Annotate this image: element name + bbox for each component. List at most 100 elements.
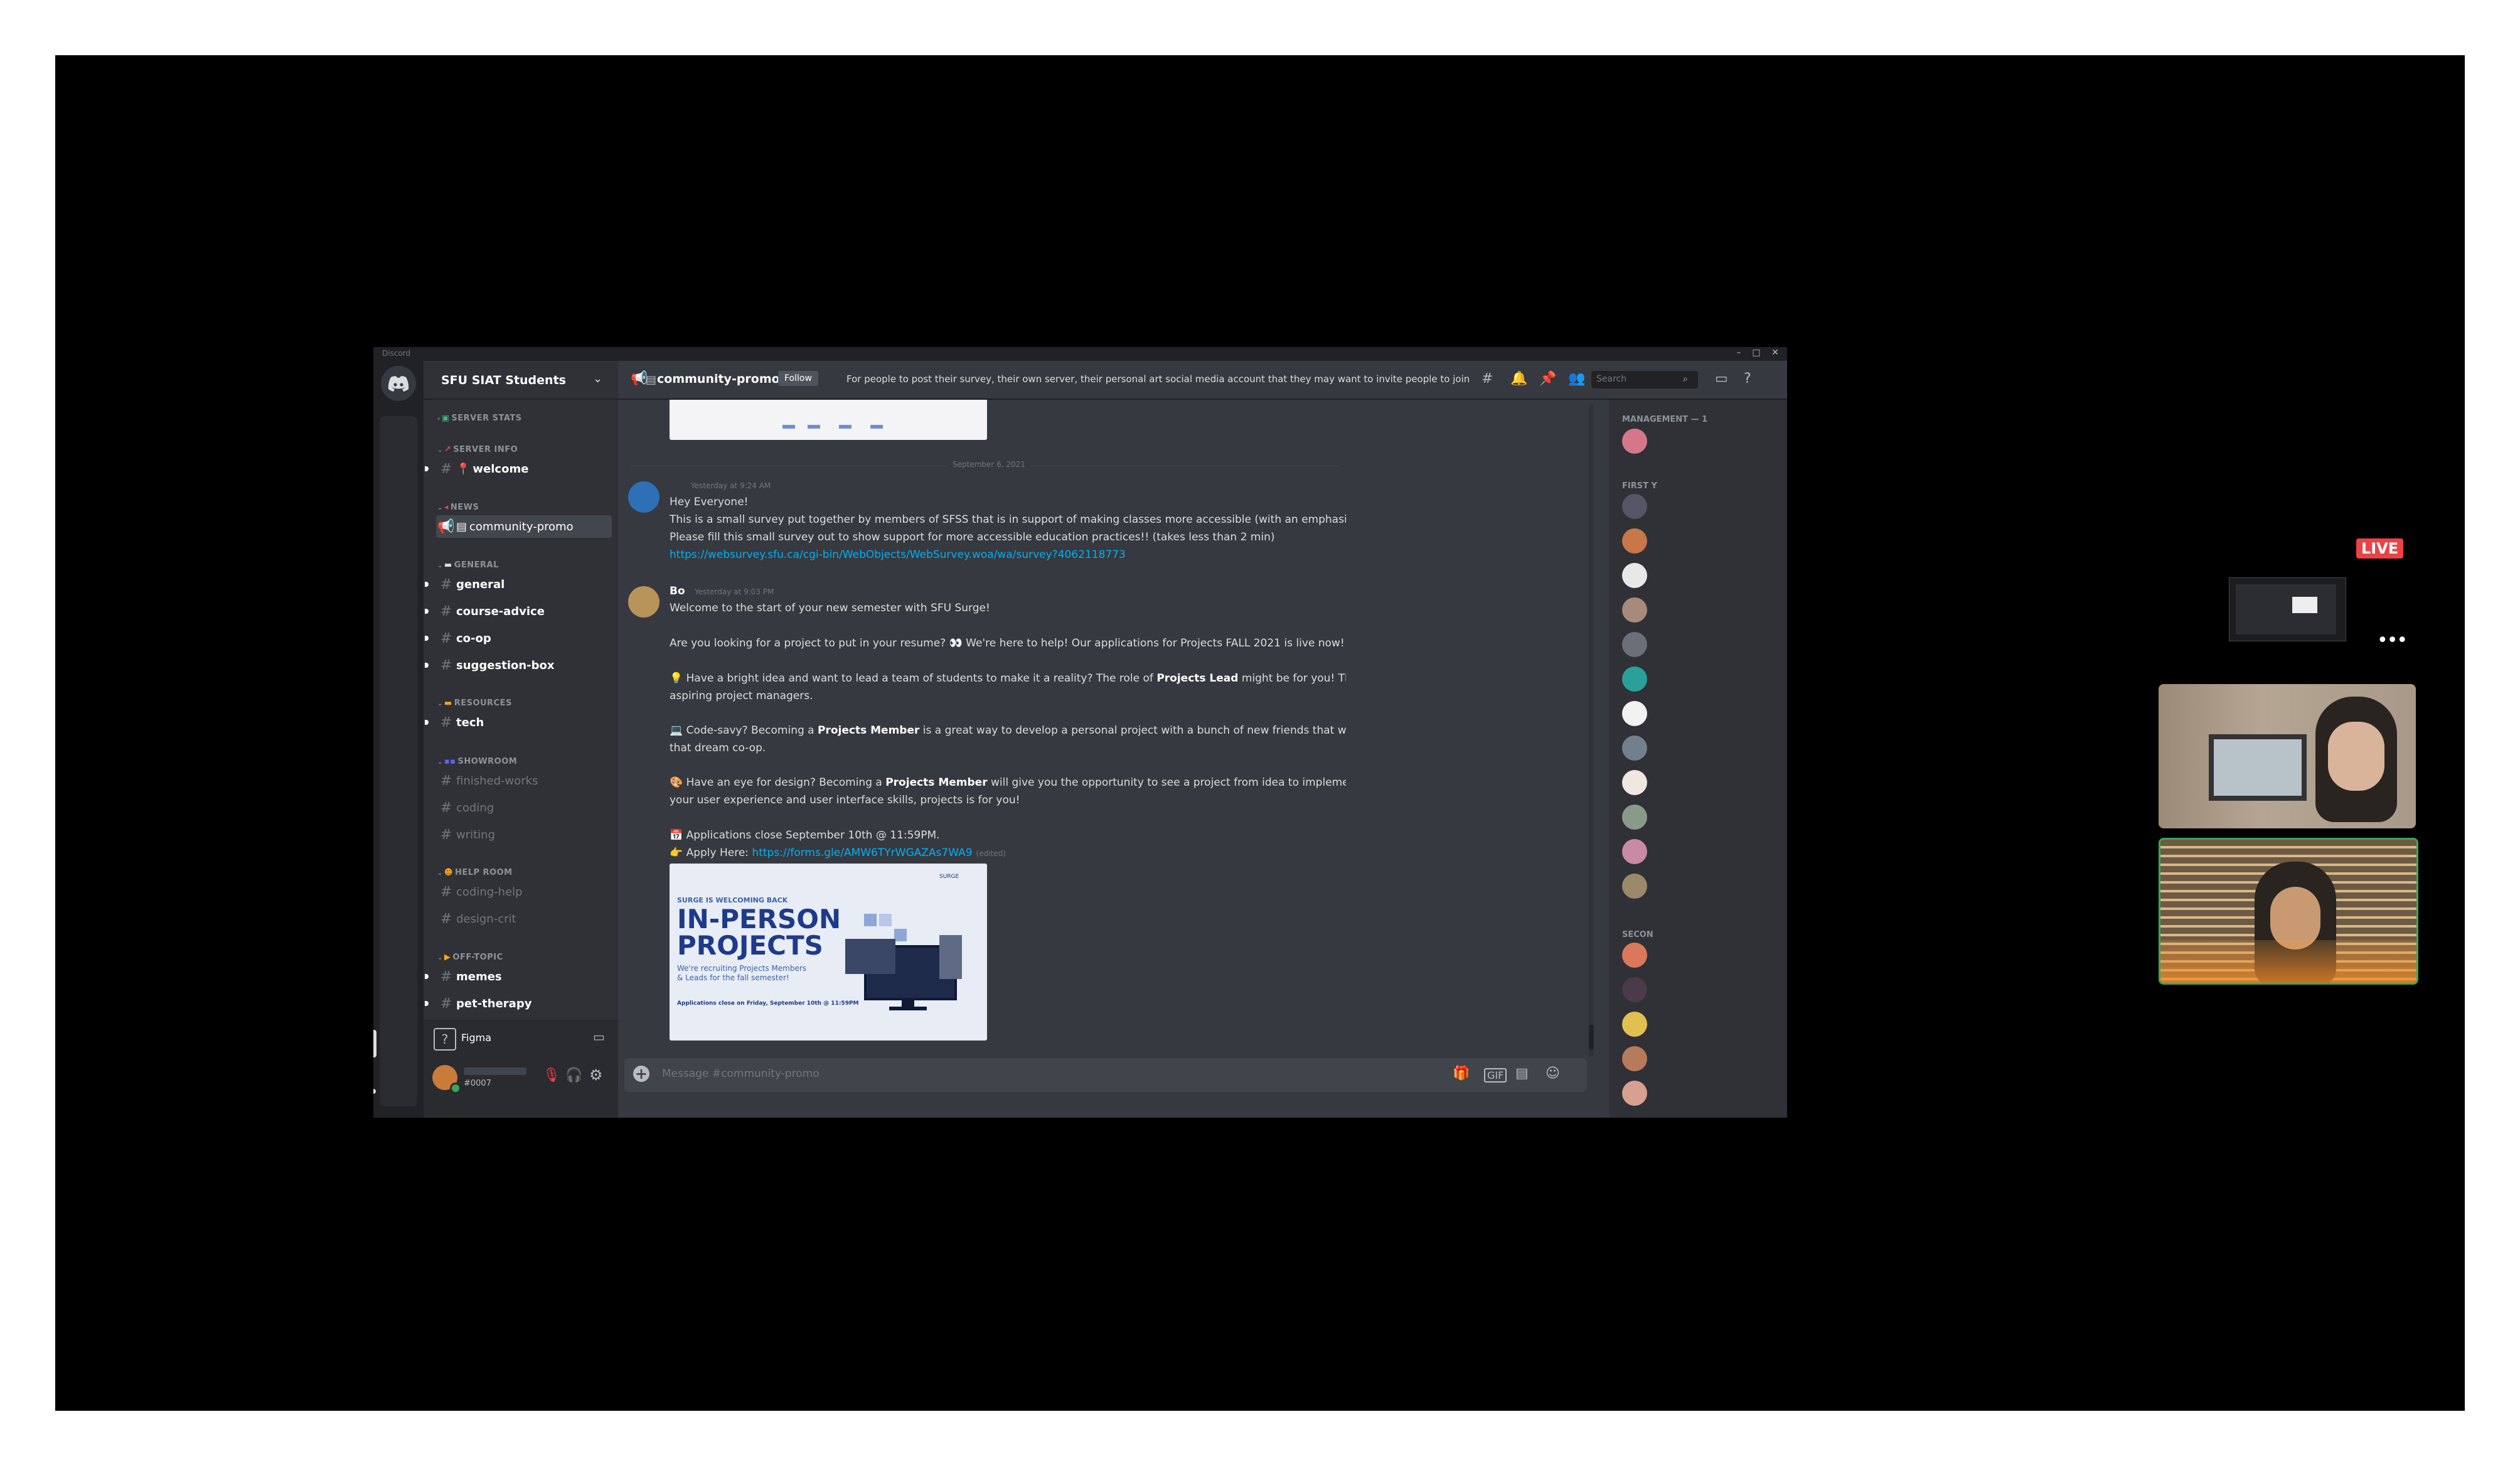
member-avatar[interactable] <box>1622 770 1647 795</box>
member-avatar[interactable] <box>1622 597 1647 623</box>
channel-memes[interactable]: # memes <box>425 965 612 988</box>
message-author[interactable]: Bo <box>670 585 685 597</box>
activity-name: Figma <box>461 1032 492 1044</box>
channel-welcome[interactable]: # 📍 welcome <box>425 457 612 480</box>
message-avatar[interactable] <box>628 586 659 618</box>
home-button[interactable] <box>381 366 416 401</box>
video-tile-speaking[interactable] <box>2159 838 2418 985</box>
member-list: MANAGEMENT — 1 FIRST Y SECON <box>1610 400 1787 1118</box>
minimize-button[interactable]: – <box>1731 348 1746 358</box>
channel-tech[interactable]: # tech <box>425 711 612 734</box>
category-server-stats[interactable]: › ▣ SERVER STATS <box>437 414 522 423</box>
member-avatar[interactable] <box>1622 1046 1647 1071</box>
notification-bell-icon[interactable]: 🔔 <box>1510 371 1527 387</box>
channel-title: community-promo <box>657 372 780 386</box>
status-dot-icon <box>450 1083 461 1094</box>
lamp-glow <box>2160 940 2416 983</box>
close-button[interactable]: ✕ <box>1768 348 1783 358</box>
channel-pet-therapy[interactable]: # pet-therapy <box>425 992 612 1015</box>
discord-logo-icon <box>388 376 409 392</box>
category-server-info[interactable]: ⌄ ↗ SERVER INFO <box>437 445 518 454</box>
mute-microphone-icon[interactable]: 🎙 <box>543 1067 560 1083</box>
category-showroom[interactable]: ⌄ ▪▪ SHOWROOM <box>437 757 517 766</box>
channel-finished-works[interactable]: # finished-works <box>436 769 612 792</box>
message-avatar[interactable] <box>628 481 659 513</box>
member-avatar[interactable] <box>1622 1081 1647 1106</box>
settings-gear-icon[interactable]: ⚙ <box>589 1066 603 1084</box>
search-input[interactable]: Search ⌕ <box>1591 371 1698 388</box>
promo-image-attachment[interactable]: SURGE SURGE IS WELCOMING BACK IN-PERSON P… <box>670 864 987 1041</box>
message-scrollbar[interactable] <box>1589 404 1594 1056</box>
apply-link[interactable]: https://forms.gle/AMW6TYrWGAZAs7WA9 <box>752 847 972 859</box>
member-avatar[interactable] <box>1622 429 1647 454</box>
gift-icon[interactable]: 🎁 <box>1453 1066 1470 1081</box>
channel-coding-help[interactable]: # coding-help <box>436 880 612 903</box>
monitor-illustration <box>845 907 964 1014</box>
previous-image-attachment[interactable] <box>670 400 987 440</box>
channel-coding[interactable]: # coding <box>436 796 612 819</box>
survey-link[interactable]: https://websurvey.sfu.ca/cgi-bin/WebObje… <box>670 548 1126 561</box>
follow-button[interactable]: Follow <box>778 371 818 386</box>
channel-design-crit[interactable]: # design-crit <box>436 907 612 930</box>
channel-course-advice[interactable]: # course-advice <box>425 600 612 623</box>
member-avatar[interactable] <box>1622 701 1647 726</box>
member-avatar[interactable] <box>1622 528 1647 554</box>
emoji-icon[interactable]: ☺ <box>1546 1066 1560 1081</box>
member-avatar[interactable] <box>1622 977 1647 1002</box>
maximize-button[interactable]: □ <box>1749 348 1764 358</box>
member-avatar[interactable] <box>1622 1012 1647 1037</box>
active-server-indicator <box>373 1030 376 1057</box>
add-attachment-icon[interactable]: + <box>633 1066 649 1082</box>
channel-topic[interactable]: For people to post their survey, their o… <box>846 373 1470 385</box>
gif-icon[interactable]: GIF <box>1484 1068 1507 1083</box>
channel-co-op[interactable]: # co-op <box>425 627 612 650</box>
image-chart-bars <box>782 425 908 429</box>
server-icons-column[interactable] <box>380 416 417 1106</box>
member-list-icon[interactable]: 👥 <box>1568 371 1585 387</box>
pinned-messages-icon[interactable]: 📌 <box>1539 371 1556 387</box>
video-tile-participant[interactable] <box>2159 684 2416 828</box>
inbox-icon[interactable]: ▭ <box>1715 371 1728 387</box>
channel-general[interactable]: # general <box>425 573 612 596</box>
channel-sidebar: SFU SIAT Students ⌄ › ▣ SERVER STATS ⌄ ↗ SER… <box>424 361 618 1118</box>
member-avatar[interactable] <box>1622 874 1647 899</box>
stream-screen-icon[interactable]: ▭ <box>593 1029 605 1044</box>
activity-bar: ? Figma ▭ <box>424 1020 618 1056</box>
member-avatar[interactable] <box>1622 805 1647 830</box>
category-general[interactable]: ⌄ ▬ GENERAL <box>437 560 499 570</box>
composer-placeholder: Message #community-promo <box>662 1067 820 1080</box>
member-category-second: SECON <box>1622 930 1653 939</box>
message-line: 🎨 Have an eye for design? Becoming a Pro… <box>670 776 1346 789</box>
message-line: your user experience and user interface … <box>670 794 1020 806</box>
message-line: 💻 Code-savy? Becoming a Projects Member … <box>670 724 1346 737</box>
channel-community-promo[interactable]: 📢 ▤ community-promo <box>436 515 612 538</box>
discord-window: Discord – □ ✕ SFU SIAT Students ⌄ › ▣ SERV… <box>373 347 1787 1118</box>
message-timestamp: Yesterday at 9:24 AM <box>691 481 771 490</box>
message-composer[interactable]: + Message #community-promo 🎁 GIF ▤ ☺ <box>624 1058 1587 1092</box>
category-resources[interactable]: ⌄ ▬ RESOURCES <box>437 698 512 708</box>
member-avatar[interactable] <box>1622 736 1647 761</box>
member-category-management: MANAGEMENT — 1 <box>1622 415 1708 424</box>
category-help-room[interactable]: ⌄ ☻ HELP ROOM <box>437 868 513 877</box>
channel-writing[interactable]: # writing <box>436 823 612 846</box>
member-avatar[interactable] <box>1622 943 1647 968</box>
surge-logo: SURGE <box>939 874 959 880</box>
background-monitor <box>2209 734 2307 801</box>
member-avatar[interactable] <box>1622 494 1647 519</box>
channel-suggestion-box[interactable]: # suggestion-box <box>425 654 612 677</box>
member-avatar[interactable] <box>1622 563 1647 588</box>
sticker-icon[interactable]: ▤ <box>1515 1066 1529 1081</box>
headphones-icon[interactable]: 🎧 <box>565 1067 582 1083</box>
help-icon[interactable]: ? <box>1744 371 1751 387</box>
message-line: Are you looking for a project to put in … <box>670 637 1345 650</box>
category-news[interactable]: ⌄ ◂ NEWS <box>437 503 479 512</box>
member-avatar[interactable] <box>1622 632 1647 657</box>
category-off-topic[interactable]: ⌄ ▶ OFF-TOPIC <box>437 953 503 962</box>
search-placeholder: Search <box>1596 374 1627 384</box>
threads-icon[interactable]: # <box>1482 371 1493 387</box>
member-avatar[interactable] <box>1622 666 1647 692</box>
server-header[interactable]: SFU SIAT Students ⌄ <box>424 361 618 400</box>
member-avatar[interactable] <box>1622 839 1647 864</box>
unread-server-indicator <box>373 1089 376 1094</box>
more-options-icon[interactable]: ••• <box>2377 629 2408 651</box>
